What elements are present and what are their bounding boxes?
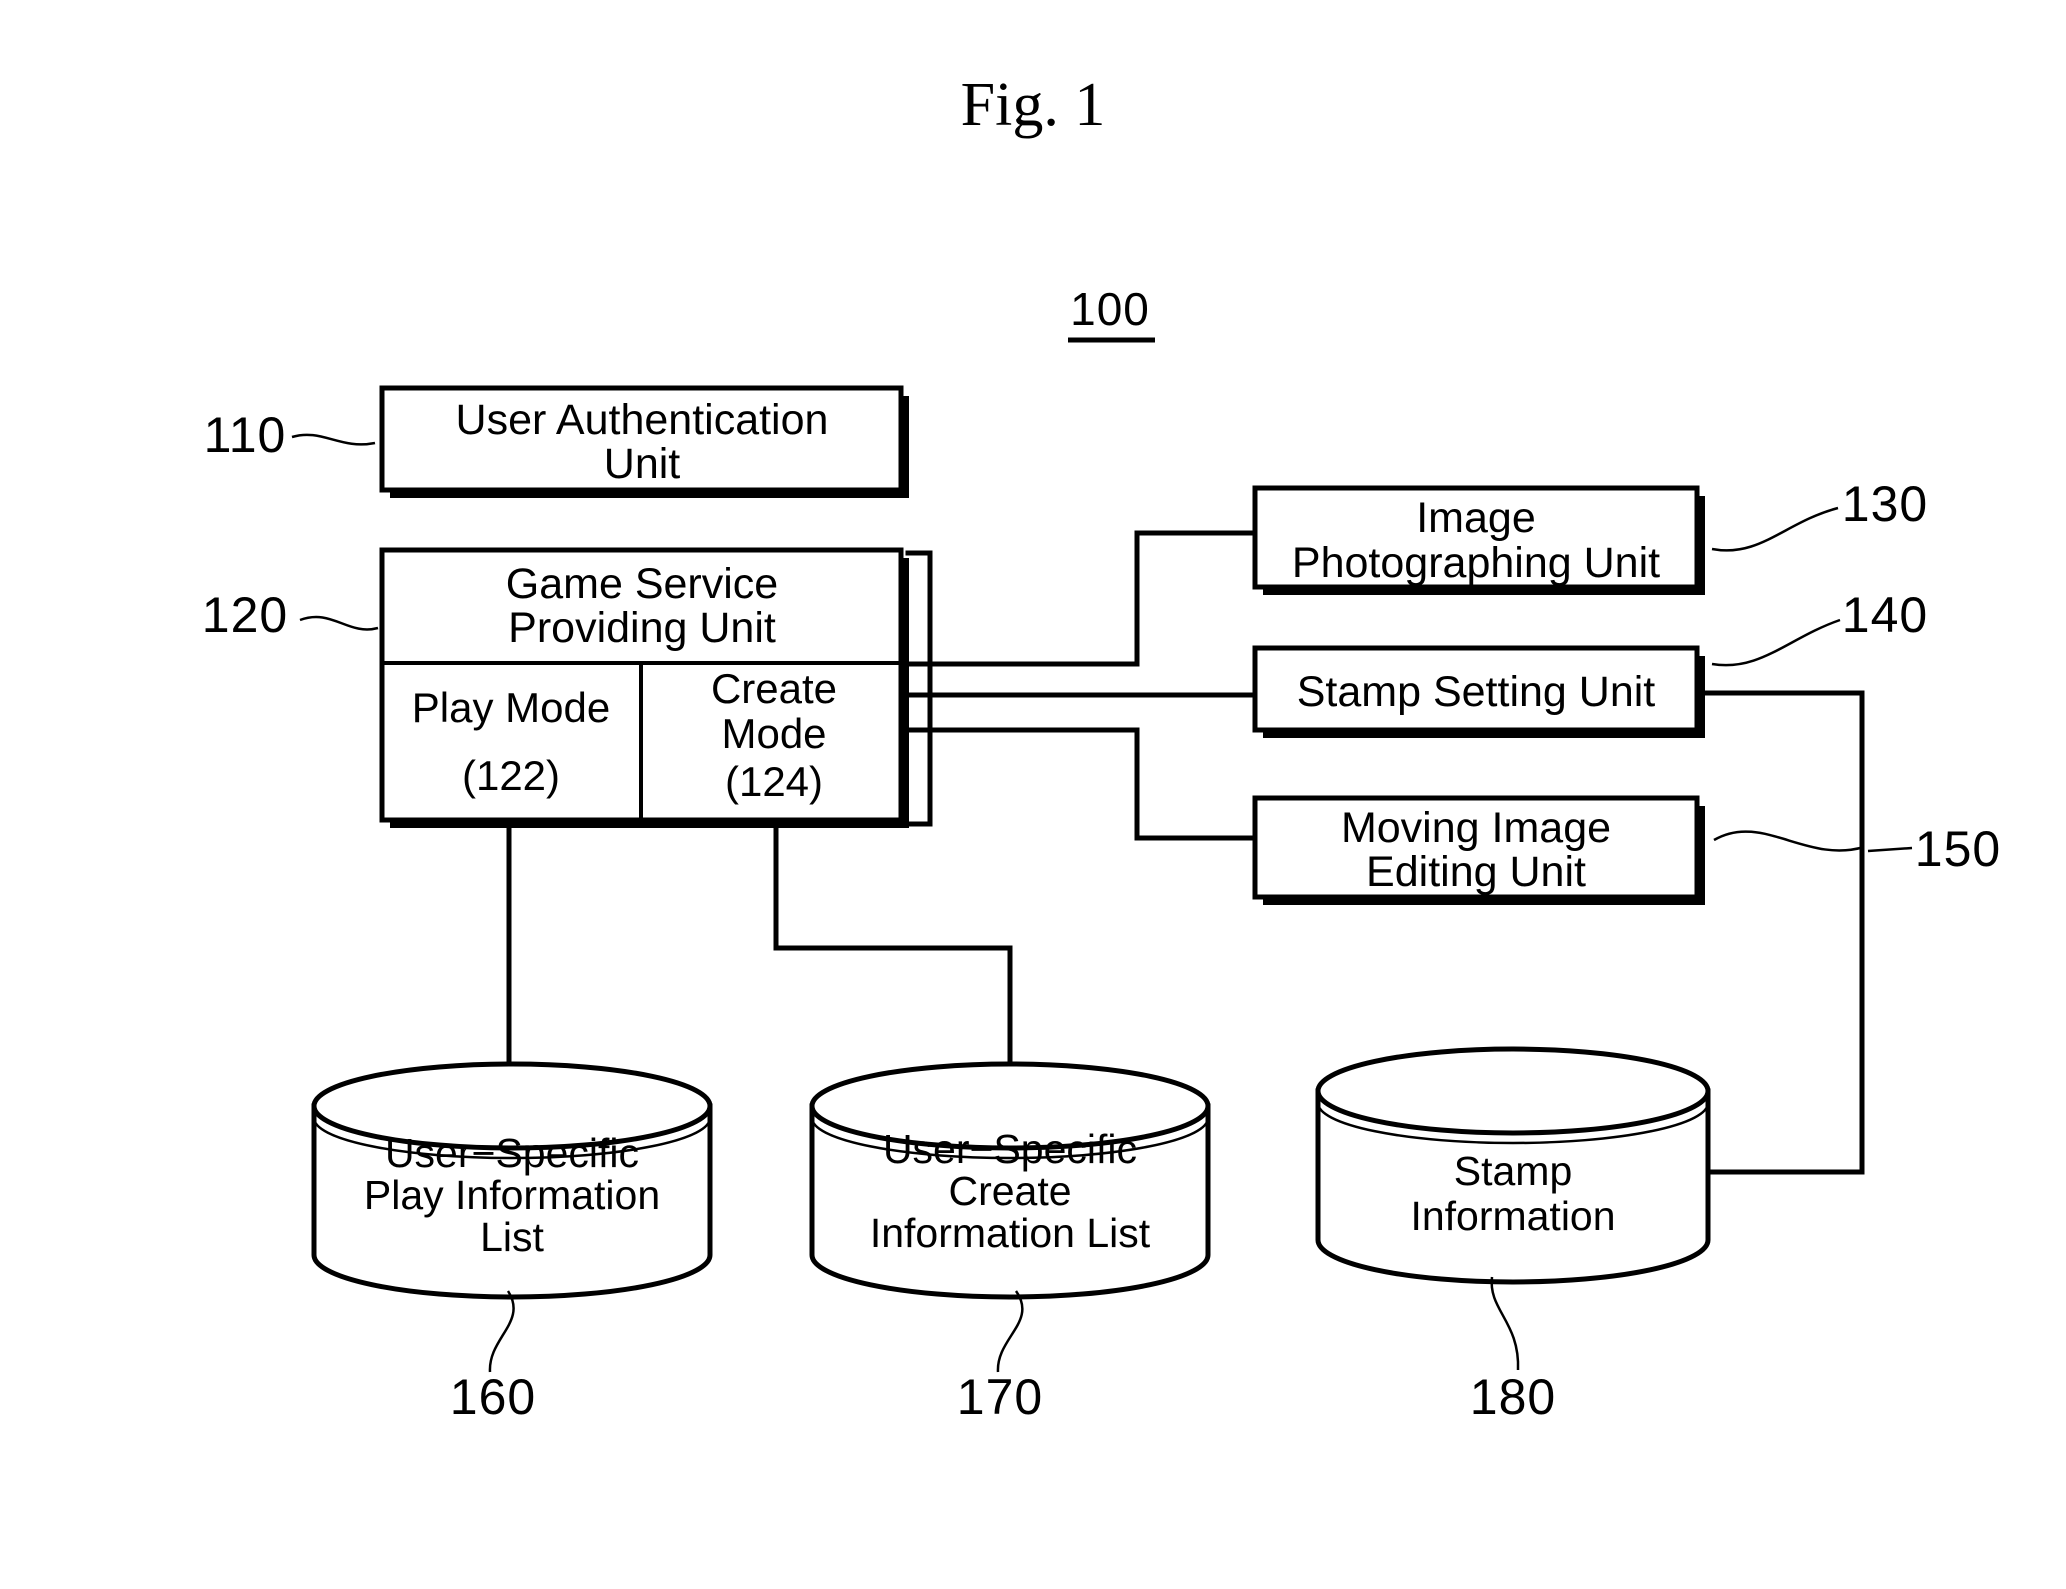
user-specific-create-information-list-cylinder[interactable]: User−Specific Create Information List <box>809 1061 1211 1300</box>
reference-number-140: 140 <box>1842 587 1928 643</box>
game-service-providing-unit-label-line2: Providing Unit <box>508 604 776 652</box>
game-service-providing-unit-label-line1: Game Service <box>506 560 778 608</box>
user-specific-play-information-list-cylinder[interactable]: User−Specific Play Information List <box>311 1061 713 1300</box>
create-info-list-label-line3: Information List <box>870 1210 1151 1256</box>
figure-diagram: Fig. 1 100 User Authentication Unit 110 … <box>202 71 2001 1425</box>
leader-line-160 <box>488 1290 515 1373</box>
stamp-information-label-line2: Information <box>1410 1193 1615 1239</box>
reference-number-110: 110 <box>204 407 287 463</box>
create-mode-label-line2: Mode <box>721 710 826 757</box>
reference-number-160: 160 <box>450 1369 536 1425</box>
reference-number-150: 150 <box>1915 821 2001 877</box>
create-info-list-label-line2: Create <box>948 1168 1071 1214</box>
create-mode-label-line1: Create <box>711 665 837 712</box>
leader-line-180 <box>1490 1276 1520 1371</box>
reference-number-130: 130 <box>1842 476 1928 532</box>
play-info-list-label-line1: User−Specific <box>385 1130 639 1176</box>
play-info-list-label-line3: List <box>480 1214 544 1260</box>
play-mode-label-line1: Play Mode <box>412 684 610 731</box>
leader-line-170 <box>996 1290 1024 1373</box>
leader-line-140 <box>1711 618 1841 667</box>
stamp-setting-unit-label: Stamp Setting Unit <box>1297 668 1656 716</box>
leader-line-110 <box>291 433 376 446</box>
user-authentication-unit-label-line1: User Authentication <box>456 396 829 444</box>
moving-image-editing-unit-label-line2: Editing Unit <box>1366 848 1586 896</box>
leader-line-150-curve <box>1713 830 1865 852</box>
patent-figure-page: Fig. 1 100 User Authentication Unit 110 … <box>0 0 2066 1589</box>
create-mode-label-line3: (124) <box>725 758 823 805</box>
user-authentication-unit-label-line2: Unit <box>604 440 681 488</box>
create-info-list-label-line1: User−Specific <box>883 1126 1137 1172</box>
connector-gsp-to-image-photographing <box>905 530 1258 667</box>
create-mode-cell[interactable]: Create Mode (124) <box>711 665 837 805</box>
moving-image-editing-unit-label-line1: Moving Image <box>1341 804 1611 852</box>
leader-line-150-tick <box>1867 846 1913 853</box>
reference-number-170: 170 <box>957 1369 1043 1425</box>
image-photographing-unit-label-line2: Photographing Unit <box>1292 539 1660 587</box>
figure-title: Fig. 1 <box>961 71 1106 139</box>
reference-number-180: 180 <box>1470 1369 1556 1425</box>
connector-gsp-to-moving-image-editing <box>905 727 1258 841</box>
leader-line-130 <box>1711 506 1839 552</box>
image-photographing-unit-label-line1: Image <box>1416 494 1536 542</box>
play-mode-label-line2: (122) <box>462 752 560 799</box>
reference-number-120: 120 <box>202 587 288 643</box>
leader-line-120 <box>299 615 379 631</box>
stamp-information-label-line1: Stamp <box>1454 1148 1573 1194</box>
stamp-information-cylinder[interactable]: Stamp Information <box>1315 1046 1711 1285</box>
connector-create-mode-to-create-info-list <box>773 817 1013 1105</box>
connector-stamp-setting-to-stamp-information <box>1700 690 1865 1175</box>
connector-gsp-right-bus <box>905 550 933 827</box>
play-info-list-label-line2: Play Information <box>364 1172 660 1218</box>
stamp-information-cylinder-top <box>1315 1046 1711 1136</box>
system-reference-label: 100 <box>1070 283 1150 335</box>
